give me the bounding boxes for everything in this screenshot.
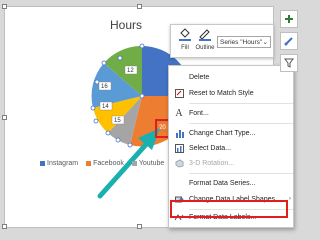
legend-swatch [40,161,45,166]
excel-screenshot: Hours 16 14 15 12 20 Instagram Facebook … [0,0,300,236]
font-icon: A [175,107,183,119]
chart-filters-button[interactable] [280,54,298,72]
chart-styles-button[interactable] [280,32,298,50]
menu-separator [189,173,293,174]
paint-bucket-icon [179,28,191,41]
chart-legend[interactable]: Instagram Facebook Youtube Ho [40,160,188,167]
fill-label: Fill [181,45,189,51]
menu-item-3d-rotation: 3-D Rotation... [169,156,295,170]
data-label: 14 [102,104,109,110]
menu-item-font[interactable]: A Font... [169,106,295,120]
menu-separator [189,103,293,104]
plus-icon [285,15,293,23]
menu-item-format-data-series[interactable]: Format Data Series... [169,176,295,190]
menu-highlight-box [170,200,288,218]
legend-swatch [86,161,92,166]
legend-item[interactable]: Instagram [40,160,78,167]
legend-item[interactable]: Facebook [86,160,124,167]
series-dropdown[interactable]: Series "Hours" ⌄ [217,36,271,48]
data-label: 12 [127,68,134,74]
select-data-icon [174,143,184,153]
menu-item-change-chart-type[interactable]: Change Chart Type... [169,126,295,140]
pen-icon [199,29,211,41]
submenu-arrow-icon: › [289,196,291,202]
outline-button[interactable]: Outline [195,28,215,56]
data-label: 15 [114,118,121,124]
chart-elements-button[interactable] [280,10,298,28]
chevron-down-icon: ⌄ [262,39,268,46]
blank-icon [174,72,184,82]
blank-icon [174,178,184,188]
chart-type-icon [174,128,184,138]
legend-swatch [131,161,137,166]
legend-item[interactable]: Youtube [131,160,164,167]
rotation-icon [174,158,184,168]
fill-button[interactable]: Fill [175,28,195,56]
series-dropdown-value: Series "Hours" [220,38,263,46]
outline-label: Outline [195,45,215,51]
filter-icon [284,58,294,68]
reset-icon [174,88,184,98]
format-mini-toolbar: Fill Outline Series "Hours" ⌄ [170,24,274,58]
brush-icon [284,37,293,46]
menu-separator [189,123,293,124]
chart-side-toolbar [276,6,300,96]
data-label: 16 [101,84,108,90]
menu-item-select-data[interactable]: Select Data... [169,141,295,155]
